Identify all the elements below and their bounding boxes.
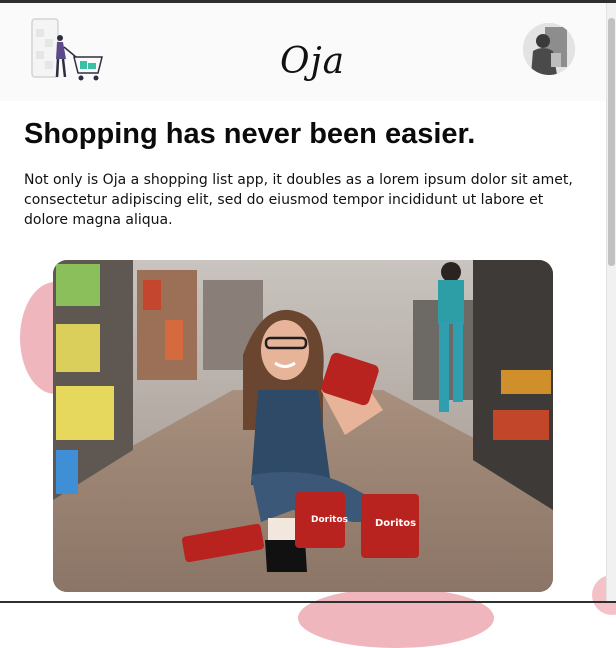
snack-bag-label: Doritos xyxy=(375,518,416,529)
brand-logo[interactable]: Oja xyxy=(280,41,345,82)
user-avatar-icon[interactable] xyxy=(523,23,575,75)
scrollbar-thumb[interactable] xyxy=(608,18,615,266)
decorative-pink-blob-bottom xyxy=(298,588,494,648)
hero-title: Shopping has never been easier. xyxy=(24,118,476,150)
shopping-cart-illustration-icon[interactable] xyxy=(30,17,104,83)
page-scrollbar[interactable] xyxy=(606,3,616,601)
app-header: Oja xyxy=(0,3,606,101)
hero-description: Not only is Oja a shopping list app, it … xyxy=(24,172,573,228)
shopper-photo: Doritos Doritos xyxy=(53,260,553,592)
snack-bag-label: Doritos xyxy=(311,515,348,525)
